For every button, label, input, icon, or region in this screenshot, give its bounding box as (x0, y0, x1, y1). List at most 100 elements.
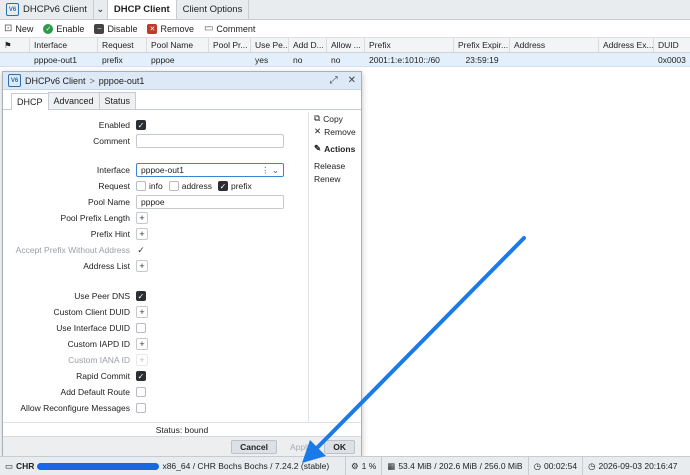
comment-field[interactable] (136, 134, 284, 148)
add-custom-client-duid-button[interactable]: + (136, 306, 148, 318)
apply-button[interactable]: Apply (280, 439, 321, 454)
comment-button[interactable]: ▭ Comment (204, 23, 255, 34)
column-header[interactable]: Add D... (289, 38, 327, 52)
column-header[interactable]: Use Pe... (251, 38, 289, 52)
disable-button[interactable]: – Disable (94, 23, 137, 34)
close-icon[interactable]: ✕ (348, 75, 356, 86)
actions-icon: ✎ (314, 143, 322, 153)
chevron-down-icon[interactable]: ⌄ (94, 0, 108, 19)
dialog-tabs: DHCP Advanced Status (3, 90, 361, 110)
computer-icon: ▭ (5, 460, 14, 471)
dhcpv6-client-dialog: V6 DHCPv6 Client > pppoe-out1 ⤢ ✕ DHCP A… (2, 71, 362, 456)
memory-value: 53.4 MiB / 202.6 MiB / 256.0 MiB (398, 461, 523, 471)
datetime-indicator: ◷ 2026-09-03 20:16:47 (583, 457, 682, 475)
allow-reconfigure-checkbox[interactable] (136, 403, 146, 413)
custom-client-duid-label: Custom Client DUID (53, 307, 130, 317)
remove-item-button[interactable]: ✕ Remove (314, 125, 362, 138)
use-interface-duid-checkbox[interactable] (136, 323, 146, 333)
ok-button[interactable]: OK (324, 439, 355, 454)
memory-icon: ▦ (387, 460, 396, 471)
use-interface-duid-label: Use Interface DUID (56, 323, 130, 333)
copy-icon: ⧉ (314, 113, 321, 123)
comment-label: Comment (93, 136, 130, 146)
comment-icon: ▭ (203, 23, 214, 34)
enable-button[interactable]: ✓ Enable (43, 23, 85, 34)
tab-label: DHCP Client (113, 4, 170, 15)
memory-indicator: ▦ 53.4 MiB / 202.6 MiB / 256.0 MiB (382, 457, 529, 475)
request-option-label: address (181, 181, 212, 191)
redaction-mark (37, 462, 160, 470)
use-peer-dns-checkbox[interactable]: ✓ (136, 291, 146, 301)
add-default-route-checkbox[interactable] (136, 387, 146, 397)
routeros-logo-icon: V6 (8, 74, 21, 87)
add-prefix-hint-button[interactable]: + (136, 228, 148, 240)
cpu-icon: ⚙ (351, 460, 359, 471)
tab-dhcpv6-client[interactable]: V6 DHCPv6 Client (0, 0, 94, 19)
request-prefix-checkbox[interactable]: ✓ (217, 181, 228, 191)
dropdown-icon: ⋮ ⌄ (261, 164, 279, 175)
column-header[interactable]: Pool Pr... (209, 38, 251, 52)
tab-status[interactable]: Status (98, 92, 137, 109)
toolbar: ⊡ New ✓ Enable – Disable ✕ Remove ▭ Comm… (0, 20, 690, 38)
copy-button[interactable]: ⧉ Copy (314, 112, 362, 125)
column-header[interactable]: Request (98, 38, 147, 52)
column-header[interactable]: Prefix Expir... (454, 38, 510, 52)
interface-select[interactable]: pppoe-out1 ⋮ ⌄ (136, 163, 284, 177)
add-pool-prefix-length-button[interactable]: + (136, 212, 148, 224)
add-custom-iana-id-button[interactable]: + (136, 354, 148, 366)
add-address-list-button[interactable]: + (136, 260, 148, 272)
flag-column-icon[interactable]: ⚑ (0, 38, 30, 52)
release-button[interactable]: Release (314, 159, 362, 172)
enabled-checkbox[interactable]: ✓ (136, 120, 146, 130)
cell: 23:59:19 (465, 55, 499, 65)
dialog-item-name: pppoe-out1 (98, 75, 145, 86)
remove-icon: ✕ (147, 23, 158, 34)
enable-label: Enable (56, 23, 85, 34)
cell: no (331, 55, 341, 65)
accept-prefix-checkbox[interactable]: ✓ (136, 245, 146, 255)
column-header[interactable]: Address Ex... (599, 38, 654, 52)
cell (510, 53, 599, 66)
maximize-icon[interactable]: ⤢ (330, 75, 338, 86)
uptime-value: 00:02:54 (544, 461, 578, 471)
column-header[interactable]: Prefix (365, 38, 454, 52)
column-header[interactable]: DUID (654, 38, 690, 52)
rapid-commit-checkbox[interactable]: ✓ (136, 371, 146, 381)
table-header: ⚑ Interface Request Pool Name Pool Pr...… (0, 38, 690, 53)
system-info: ▭ CHR x86_64 / CHR Bochs Bochs / 7.24.2 … (0, 457, 346, 475)
cpu-value: 1 % (361, 461, 377, 471)
request-label: Request (98, 181, 130, 191)
column-header[interactable]: Address (510, 38, 599, 52)
remove-button[interactable]: ✕ Remove (147, 23, 194, 34)
cpu-indicator: ⚙ 1 % (346, 457, 383, 475)
column-header[interactable]: Allow ... (327, 38, 365, 52)
pool-name-label: Pool Name (87, 197, 130, 207)
pool-name-field[interactable]: pppoe (136, 195, 284, 209)
tab-dhcp-client[interactable]: DHCP Client (107, 0, 177, 19)
tab-client-options[interactable]: Client Options (177, 0, 250, 19)
request-address-checkbox[interactable] (168, 181, 179, 191)
request-info-checkbox[interactable] (136, 181, 146, 191)
dialog-footer: Cancel Apply OK (3, 436, 361, 456)
cell: 2001:1:e:1010::/60 (369, 55, 440, 65)
table-row[interactable]: pppoe-out1 prefix pppoe yes no no 2001:1… (0, 53, 690, 67)
tab-advanced[interactable]: Advanced (47, 92, 100, 109)
datetime-value: 2026-09-03 20:16:47 (598, 461, 678, 471)
dialog-side-panel: ⧉ Copy ✕ Remove ✎ Actions Release Renew (308, 112, 362, 422)
cell: yes (255, 55, 269, 65)
cell: pppoe (151, 55, 175, 65)
pool-prefix-length-label: Pool Prefix Length (60, 213, 130, 223)
column-header[interactable]: Interface (30, 38, 98, 52)
dialog-titlebar[interactable]: V6 DHCPv6 Client > pppoe-out1 ⤢ ✕ (3, 72, 361, 90)
breadcrumb-separator: > (89, 75, 95, 86)
add-custom-iapd-id-button[interactable]: + (136, 338, 148, 350)
new-button[interactable]: ⊡ New (4, 23, 33, 34)
tab-label: DHCPv6 Client (23, 4, 87, 15)
tab-dhcp[interactable]: DHCP (11, 93, 49, 110)
enabled-label: Enabled (98, 120, 130, 130)
remove-label: Remove (160, 23, 194, 34)
column-header[interactable]: Pool Name (147, 38, 209, 52)
request-option-label: info (149, 181, 163, 191)
renew-button[interactable]: Renew (314, 172, 362, 185)
cancel-button[interactable]: Cancel (231, 439, 277, 454)
